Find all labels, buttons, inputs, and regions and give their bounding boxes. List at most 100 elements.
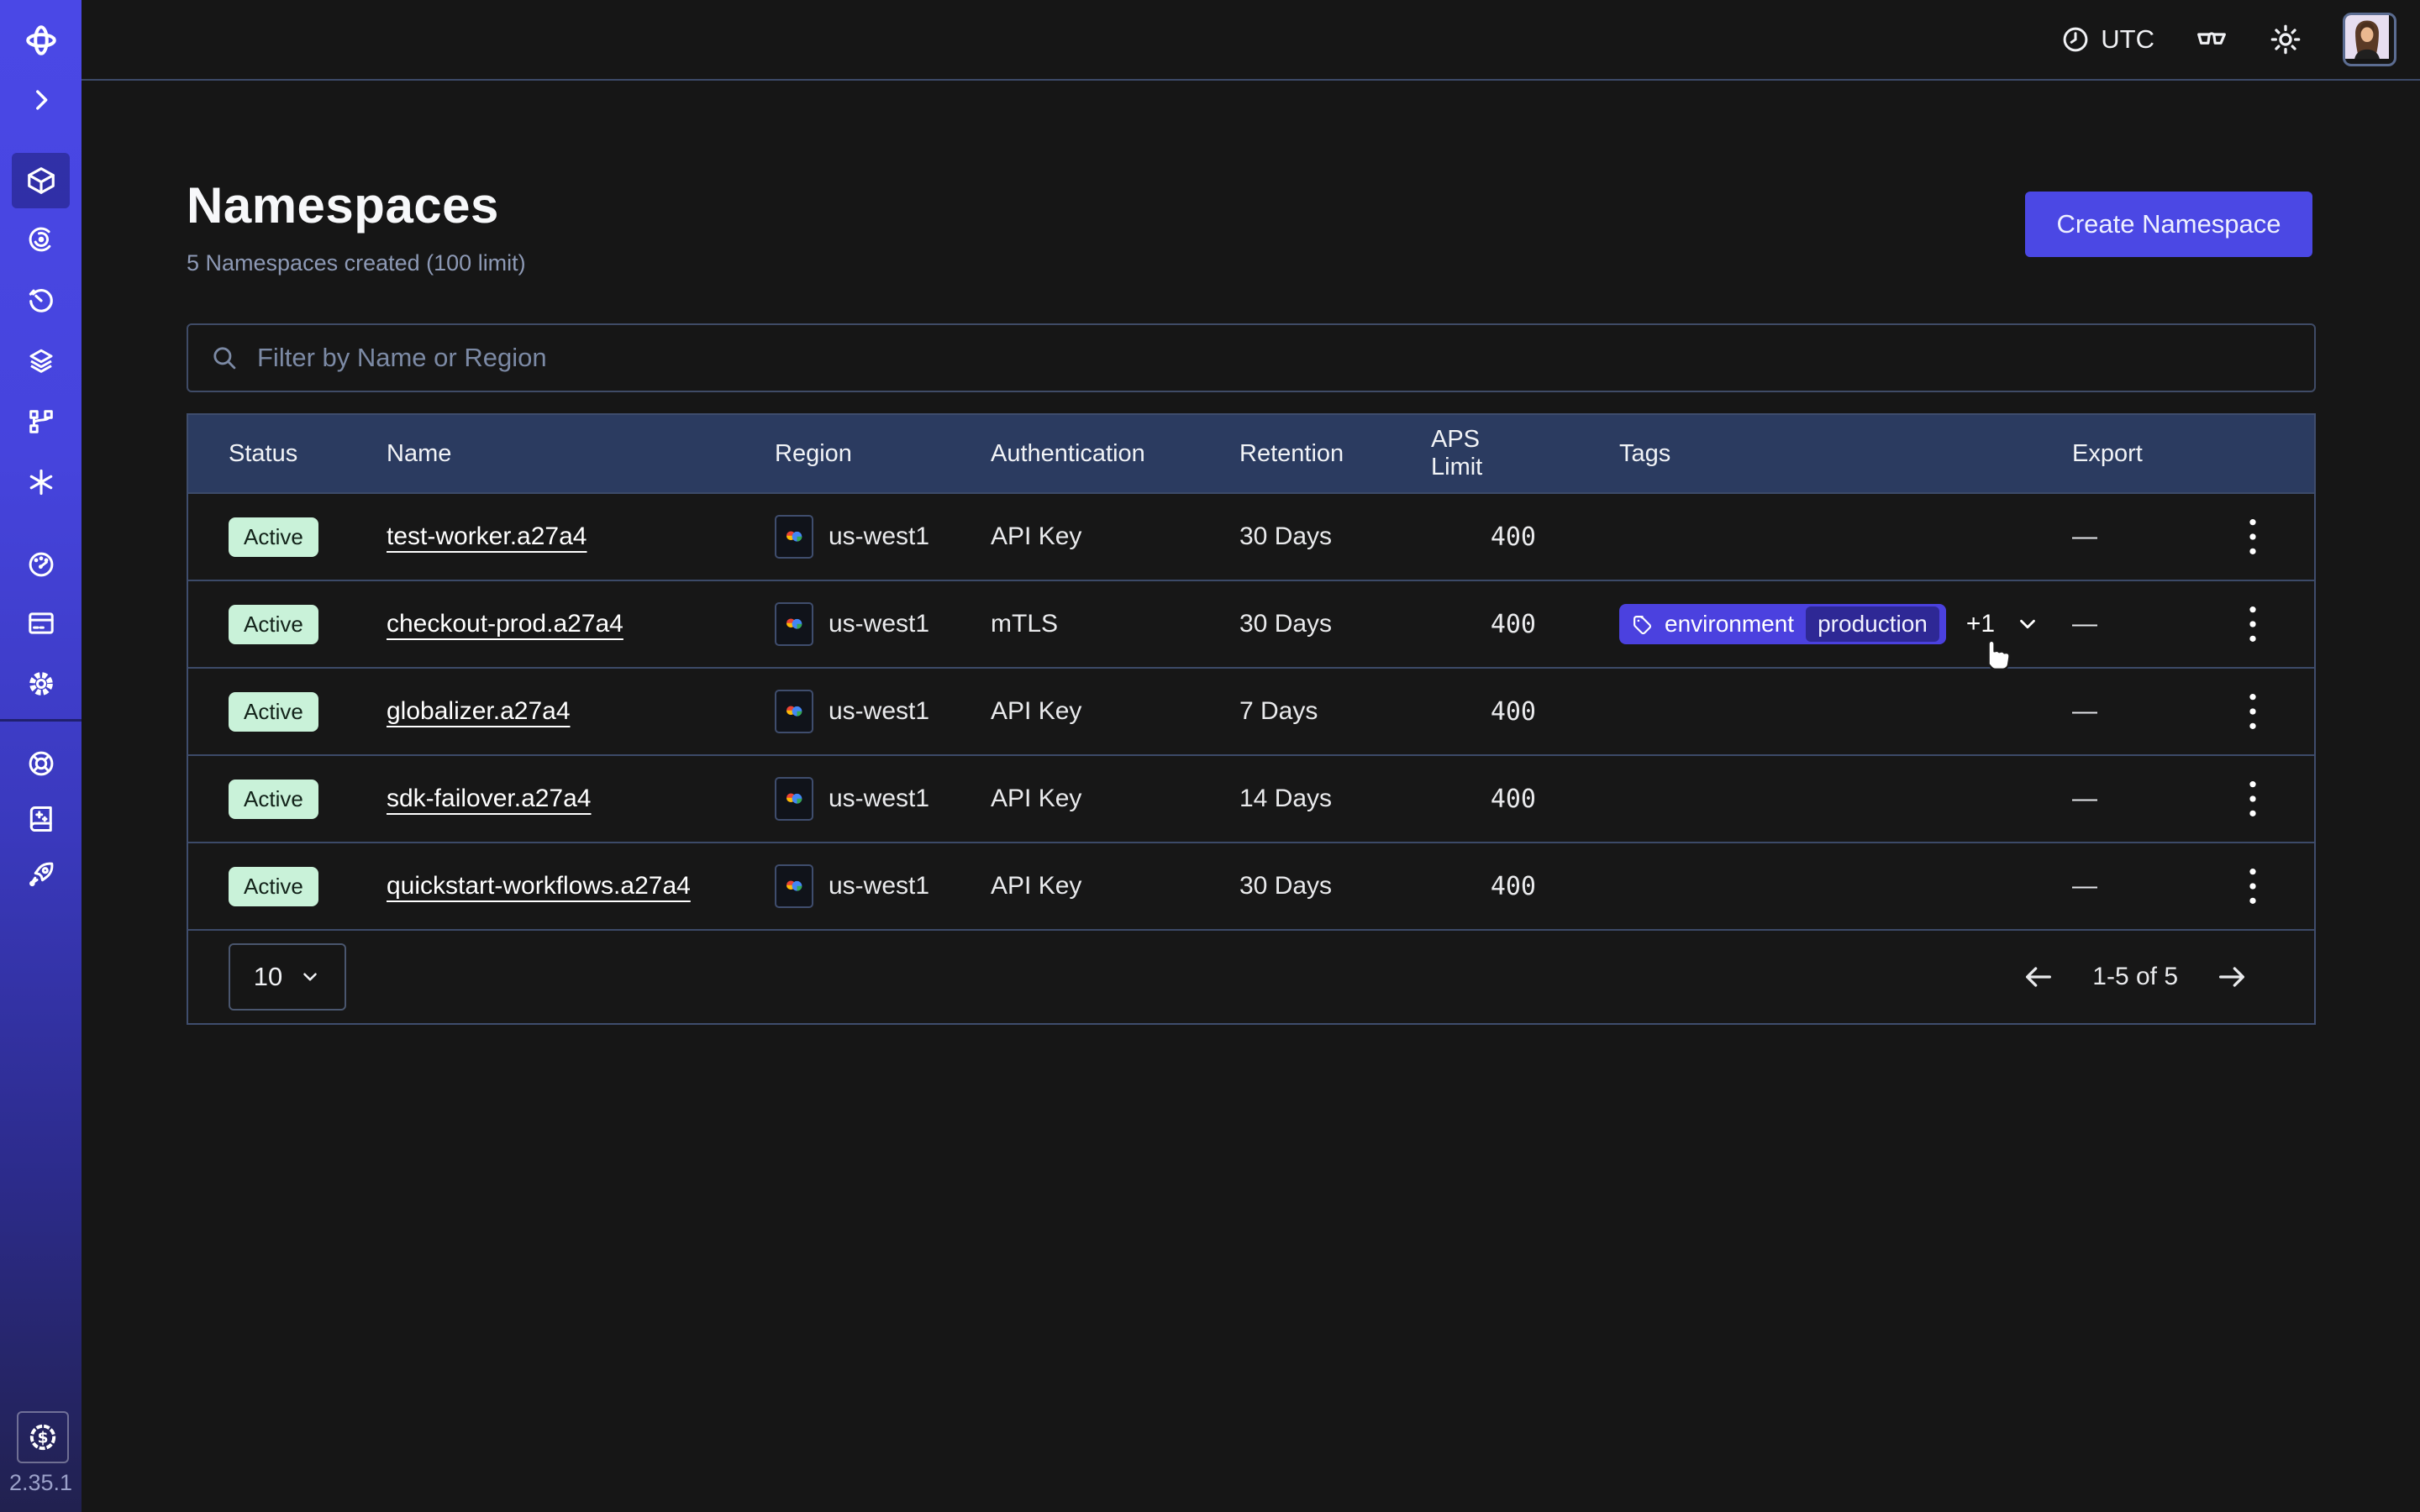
labs-toggle[interactable] [2195,23,2228,56]
kebab-menu-button[interactable] [2242,685,2264,738]
filter-bar[interactable] [187,323,2316,392]
kebab-menu-button[interactable] [2242,772,2264,826]
table-row[interactable]: Active checkout-prod.a27a4 us-west1 mTLS… [188,580,2314,667]
pagination-range: 1-5 of 5 [2092,963,2178,991]
sidebar-item-branch[interactable] [0,393,82,450]
kebab-menu-button[interactable] [2242,597,2264,651]
tag-icon [1631,613,1653,635]
sidebar-item-billing[interactable] [0,595,82,652]
credits-button[interactable]: $ [17,1411,69,1463]
col-status: Status [229,440,387,468]
sidebar-item-settings[interactable] [0,655,82,712]
namespace-link[interactable]: test-worker.a27a4 [387,522,587,550]
status-badge: Active [229,692,318,732]
tag-value: production [1806,606,1939,642]
pagination: 1-5 of 5 [2022,960,2249,994]
tag-more-count: +1 [1966,610,1995,638]
iris-icon [26,224,56,255]
export-cell: — [2072,785,2207,813]
gear-icon [26,669,56,699]
table-header: Status Name Region Authentication Retent… [188,415,2314,492]
sidebar-divider [0,719,82,722]
topbar: UTC [82,0,2420,81]
user-avatar[interactable] [2343,13,2396,66]
kebab-menu-button[interactable] [2242,510,2264,564]
next-page-button[interactable] [2215,960,2249,994]
page-title: Namespaces [187,176,499,234]
col-aps: APS Limit [1431,426,1536,481]
sidebar-item-layers[interactable] [0,333,82,390]
export-cell: — [2072,522,2207,551]
tag-chip[interactable]: environment production [1619,604,1946,644]
chevron-down-icon [299,966,321,988]
table-row[interactable]: Active sdk-failover.a27a4 us-west1 API K… [188,754,2314,842]
timer-icon [26,285,56,315]
table-row[interactable]: Active quickstart-workflows.a27a4 us-wes… [188,842,2314,929]
sidebar-item-namespaces[interactable] [0,152,82,209]
namespace-link[interactable]: sdk-failover.a27a4 [387,785,592,812]
kebab-menu-button[interactable] [2242,859,2264,913]
create-namespace-button[interactable]: Create Namespace [2025,192,2312,257]
auth-cell: API Key [991,522,1239,551]
sidebar-item-usage[interactable] [0,536,82,593]
sidebar-item-getting-started[interactable] [0,846,82,903]
gcp-icon [775,864,813,908]
col-auth: Authentication [991,440,1239,468]
lifebuoy-icon [26,748,56,779]
timezone-selector[interactable]: UTC [2060,24,2154,55]
namespace-link[interactable]: checkout-prod.a27a4 [387,610,623,638]
retention-cell: 30 Days [1239,610,1431,638]
status-badge: Active [229,867,318,906]
col-tags: Tags [1536,440,2072,468]
page-size-value: 10 [254,962,282,992]
aps-cell: 400 [1431,522,1536,552]
col-export: Export [2072,440,2207,468]
retention-cell: 14 Days [1239,785,1431,813]
retention-cell: 30 Days [1239,522,1431,551]
aps-cell: 400 [1431,610,1536,639]
rocket-icon [26,859,56,890]
table-row[interactable]: Active test-worker.a27a4 us-west1 API Ke… [188,492,2314,580]
aps-cell: 400 [1431,697,1536,727]
sun-icon [2269,23,2302,56]
namespace-link[interactable]: quickstart-workflows.a27a4 [387,872,691,900]
col-retention: Retention [1239,440,1431,468]
sidebar-item-timer[interactable] [0,271,82,328]
namespace-link[interactable]: globalizer.a27a4 [387,697,571,725]
sidebar-expand-button[interactable] [0,71,82,129]
gauge-icon [26,549,56,580]
cube-icon [25,165,57,197]
region-cell: us-west1 [775,690,991,733]
sidebar: $ 2.35.1 [0,0,82,1512]
sidebar-item-support[interactable] [0,735,82,792]
sidebar-item-iris[interactable] [0,211,82,268]
sidebar-item-docs[interactable] [0,790,82,848]
export-cell: — [2072,610,2207,638]
page-size-select[interactable]: 10 [229,943,346,1011]
prev-page-button[interactable] [2022,960,2055,994]
asterisk-icon [26,467,56,497]
auth-cell: API Key [991,697,1239,726]
aps-cell: 400 [1431,785,1536,814]
aps-cell: 400 [1431,872,1536,901]
tags-expand-chevron[interactable] [2015,612,2040,637]
theme-toggle[interactable] [2269,23,2302,56]
billing-card-icon [26,608,56,638]
col-name: Name [387,440,775,468]
book-sparkle-icon [26,804,56,834]
retention-cell: 7 Days [1239,697,1431,726]
dollar-badge-icon: $ [28,1422,58,1452]
glasses-icon [2195,23,2228,56]
table-footer: 10 1-5 of 5 [188,929,2314,1023]
tags-cell: environment production +1 [1536,604,2072,644]
status-badge: Active [229,605,318,644]
sidebar-item-logo[interactable] [0,12,82,69]
region-cell: us-west1 [775,777,991,821]
filter-input[interactable] [255,342,2292,374]
sidebar-item-nexus[interactable] [0,454,82,511]
table-row[interactable]: Active globalizer.a27a4 us-west1 API Key… [188,667,2314,754]
status-badge: Active [229,780,318,819]
gcp-icon [775,515,813,559]
main-content: Namespaces 5 Namespaces created (100 lim… [82,82,2420,1512]
region-cell: us-west1 [775,515,991,559]
